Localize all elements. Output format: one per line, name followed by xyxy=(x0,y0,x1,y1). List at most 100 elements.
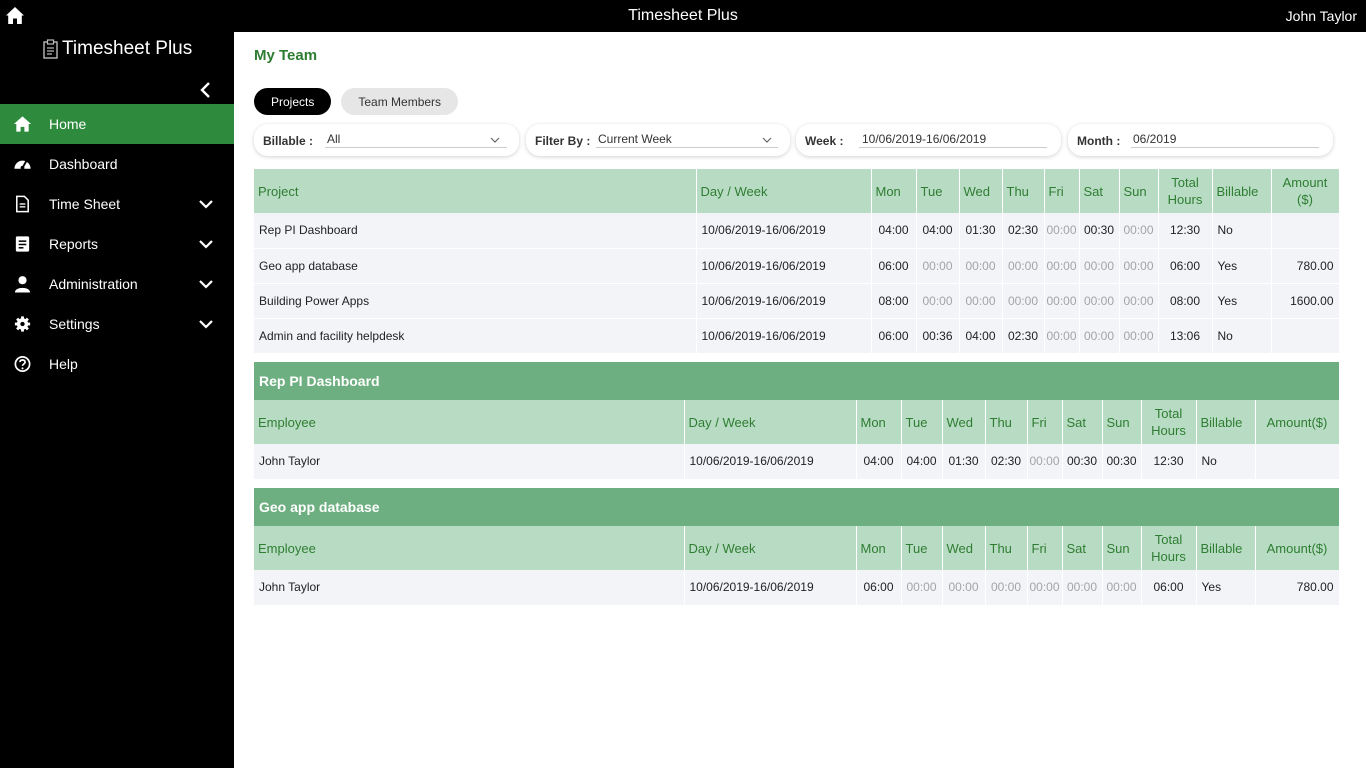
table-row[interactable]: John Taylor 10/06/2019-16/06/2019 04:00 04:… xyxy=(254,444,1340,480)
sidebar-item-label: Time Sheet xyxy=(49,196,121,212)
week-input[interactable]: 10/06/2019-16/06/2019 xyxy=(862,132,986,146)
table-cell: 04:00 xyxy=(959,318,1003,354)
sidebar-item-label: Reports xyxy=(49,236,99,252)
brand-name: Timesheet Plus xyxy=(62,38,193,59)
sidebar-item-settings[interactable]: Settings xyxy=(0,304,234,344)
column-header: Mon xyxy=(856,526,902,570)
dashboard-gauge-icon xyxy=(14,160,31,170)
clipboard-icon xyxy=(43,39,58,59)
sidebar-item-help[interactable]: Help xyxy=(0,344,234,384)
employee-table: Employee Day / Week Mon Tue Wed Thu Fri Sat Sun T… xyxy=(254,526,1340,606)
filter-by-select[interactable]: Current Week xyxy=(598,132,672,146)
column-header: Mon xyxy=(871,169,917,213)
home-icon xyxy=(13,116,32,132)
table-cell: 04:00 xyxy=(871,213,917,249)
chevron-down-icon[interactable] xyxy=(762,136,772,144)
filter-by-filter[interactable]: Filter By : Current Week xyxy=(526,124,790,156)
app-title: Timesheet Plus xyxy=(628,7,738,24)
table-cell: 04:00 xyxy=(901,444,943,480)
report-icon xyxy=(15,236,30,252)
user-icon xyxy=(14,276,31,293)
gear-icon xyxy=(14,316,31,332)
tab-projects[interactable]: Projects xyxy=(254,88,332,115)
table-row[interactable]: John Taylor 10/06/2019-16/06/2019 06:00 00:… xyxy=(254,570,1340,606)
column-header: Wed xyxy=(942,400,986,444)
column-header: Sun xyxy=(1102,526,1142,570)
column-header: Fri xyxy=(1027,400,1063,444)
sidebar-item-label: Settings xyxy=(49,316,100,332)
billable-filter[interactable]: Billable : All xyxy=(254,124,519,156)
table-cell: 00:00 xyxy=(916,283,960,319)
column-header: Thu xyxy=(1002,169,1045,213)
sidebar-item-reports[interactable]: Reports xyxy=(0,224,234,264)
table-cell: 10/06/2019-16/06/2019 xyxy=(684,570,857,606)
table-cell: 00:00 xyxy=(916,248,960,284)
sidebar-item-dashboard[interactable]: Dashboard xyxy=(0,144,234,184)
table-cell: 00:00 xyxy=(1119,318,1159,354)
column-header: Sun xyxy=(1102,400,1142,444)
table-cell: 08:00 xyxy=(871,283,917,319)
table-cell: 00:00 xyxy=(959,283,1003,319)
month-filter[interactable]: Month : 06/2019 xyxy=(1068,124,1333,156)
chevron-down-icon[interactable] xyxy=(198,277,214,291)
table-header-row: Project Day / Week Mon Tue Wed Thu Fri Sat Sun To… xyxy=(254,169,1340,213)
table-cell: 04:00 xyxy=(916,213,960,249)
table-cell: 01:30 xyxy=(959,213,1003,249)
column-header: Total Hours xyxy=(1141,400,1197,444)
table-cell: 00:00 xyxy=(1002,248,1045,284)
sidebar-item-home[interactable]: Home xyxy=(0,104,234,144)
table-row[interactable]: Building Power Apps 10/06/2019-16/06/2019… xyxy=(254,283,1340,319)
table-cell xyxy=(1271,213,1340,249)
column-header: Billable xyxy=(1212,169,1272,213)
chevron-down-icon[interactable] xyxy=(198,197,214,211)
billable-select[interactable]: All xyxy=(327,132,340,146)
table-row[interactable]: Rep PI Dashboard 10/06/2019-16/06/2019 04:… xyxy=(254,213,1340,249)
sidebar-item-administration[interactable]: Administration xyxy=(0,264,234,304)
table-cell: Building Power Apps xyxy=(254,283,697,319)
chevron-down-icon[interactable] xyxy=(198,317,214,331)
week-label: Week : xyxy=(805,134,844,148)
table-cell: 00:30 xyxy=(1102,444,1142,480)
table-cell: 02:30 xyxy=(1002,213,1045,249)
column-header: Fri xyxy=(1027,526,1063,570)
table-cell: John Taylor xyxy=(254,570,685,606)
table-cell: 12:30 xyxy=(1141,444,1197,480)
user-name[interactable]: John Taylor xyxy=(1286,8,1357,24)
tab-team-members[interactable]: Team Members xyxy=(341,88,459,115)
filter-by-label: Filter By : xyxy=(535,134,591,148)
table-cell: 08:00 xyxy=(1158,283,1213,319)
column-header: Amount ($) xyxy=(1271,169,1340,213)
week-filter[interactable]: Week : 10/06/2019-16/06/2019 xyxy=(796,124,1061,156)
table-cell: 06:00 xyxy=(1141,570,1197,606)
column-header: Sat xyxy=(1062,526,1103,570)
sidebar-item-time-sheet[interactable]: Time Sheet xyxy=(0,184,234,224)
column-header: Employee xyxy=(254,400,685,444)
table-cell: 1600.00 xyxy=(1271,283,1340,319)
column-header: Sat xyxy=(1079,169,1120,213)
main-content: My Team Projects Team Members Billable :… xyxy=(234,32,1366,768)
help-icon xyxy=(14,356,31,372)
projects-table: Project Day / Week Mon Tue Wed Thu Fri Sat Sun To… xyxy=(254,169,1340,354)
table-cell: 00:00 xyxy=(1079,318,1120,354)
table-cell: Yes xyxy=(1212,283,1272,319)
table-cell: 00:30 xyxy=(1079,213,1120,249)
table-row[interactable]: Geo app database 10/06/2019-16/06/2019 06:… xyxy=(254,248,1340,284)
table-cell: 00:00 xyxy=(1119,283,1159,319)
month-input[interactable]: 06/2019 xyxy=(1133,132,1176,146)
table-cell: 780.00 xyxy=(1271,248,1340,284)
column-header: Billable xyxy=(1196,400,1256,444)
table-cell: 13:06 xyxy=(1158,318,1213,354)
table-cell: No xyxy=(1196,444,1256,480)
sidebar-item-label: Home xyxy=(49,116,87,132)
table-cell: 10/06/2019-16/06/2019 xyxy=(696,248,872,284)
column-header: Amount($) xyxy=(1255,400,1340,444)
collapse-sidebar-icon[interactable] xyxy=(196,80,216,100)
table-cell: Admin and facility helpdesk xyxy=(254,318,697,354)
chevron-down-icon[interactable] xyxy=(490,136,500,144)
table-cell: 00:00 xyxy=(901,570,943,606)
table-row[interactable]: Admin and facility helpdesk 10/06/2019-16… xyxy=(254,318,1340,354)
chevron-down-icon[interactable] xyxy=(198,237,214,251)
section-header: Geo app database xyxy=(254,488,1339,526)
column-header: Billable xyxy=(1196,526,1256,570)
column-header: Thu xyxy=(985,526,1028,570)
